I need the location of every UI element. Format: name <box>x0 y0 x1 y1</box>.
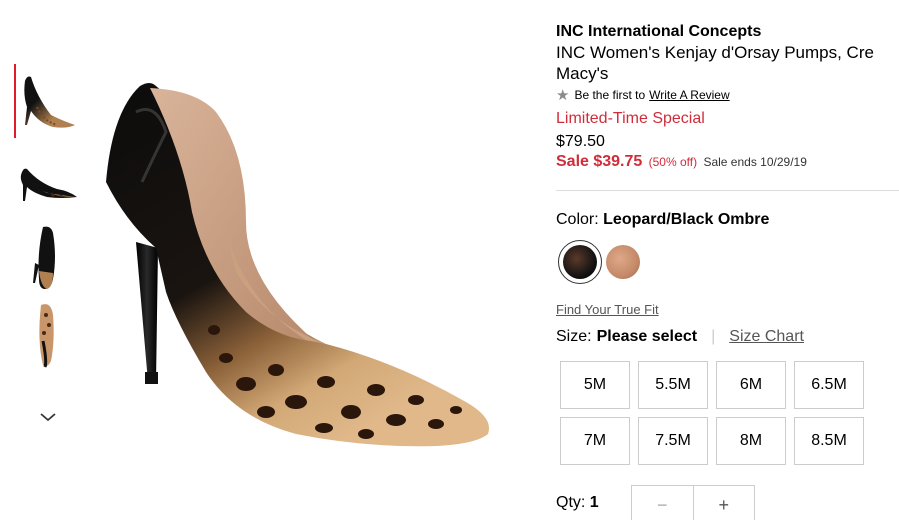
size-row: Size: Please select | Size Chart <box>556 328 804 346</box>
thumbnail-2[interactable] <box>14 140 80 218</box>
swatch-leopard-black[interactable] <box>558 240 602 284</box>
thumbnail-4[interactable] <box>14 296 80 374</box>
size-button-7-5m[interactable]: 7.5M <box>638 417 708 465</box>
star-icon: ★ <box>556 87 570 104</box>
thumbnail-3[interactable] <box>14 218 80 296</box>
selected-color: Leopard/Black Ombre <box>603 211 770 228</box>
product-name: INC Women's Kenjay d'Orsay Pumps, Cre <box>556 43 874 62</box>
product-name-line2: Macy's <box>556 64 609 83</box>
review-row: ★ Be the first to Write A Review <box>556 86 899 104</box>
swatch-nude[interactable] <box>606 245 640 279</box>
sale-price: Sale $39.75 <box>556 153 643 170</box>
size-button-8-5m[interactable]: 8.5M <box>794 417 864 465</box>
size-button-6-5m[interactable]: 6.5M <box>794 361 864 409</box>
sale-percent: (50% off) <box>648 155 698 169</box>
separator: | <box>711 328 716 345</box>
original-price: $79.50 <box>556 133 605 150</box>
size-chart-link[interactable]: Size Chart <box>729 328 804 346</box>
size-button-6m[interactable]: 6M <box>716 361 786 409</box>
divider <box>556 190 899 191</box>
thumbnail-list <box>14 62 80 422</box>
quantity-stepper: − + <box>631 485 755 520</box>
size-button-5-5m[interactable]: 5.5M <box>638 361 708 409</box>
selected-size: Please select <box>596 328 698 345</box>
review-prefix: Be the first to <box>574 88 646 102</box>
sale-row: Sale $39.75 (50% off) Sale ends 10/29/19 <box>556 152 899 172</box>
product-info: INC International Concepts INC Women's K… <box>556 22 899 172</box>
true-fit-link[interactable]: Find Your True Fit <box>556 302 659 317</box>
special-label: Limited-Time Special <box>556 110 705 127</box>
main-product-image <box>96 72 496 512</box>
qty-label: Qty: 1 <box>556 494 599 511</box>
qty-plus-button[interactable]: + <box>694 486 755 520</box>
qty-minus-button[interactable]: − <box>632 486 694 520</box>
chevron-down-icon[interactable] <box>36 407 60 427</box>
size-grid: 5M 5.5M 6M 6.5M 7M 7.5M 8M 8.5M <box>560 361 866 465</box>
brand-name[interactable]: INC International Concepts <box>556 22 899 42</box>
write-review-link[interactable]: Write A Review <box>649 88 729 102</box>
color-label: Color: Leopard/Black Ombre <box>556 211 770 228</box>
size-button-5m[interactable]: 5M <box>560 361 630 409</box>
sale-ends: Sale ends 10/29/19 <box>703 155 807 169</box>
size-button-8m[interactable]: 8M <box>716 417 786 465</box>
qty-value: 1 <box>589 494 599 511</box>
size-button-7m[interactable]: 7M <box>560 417 630 465</box>
thumbnail-1[interactable] <box>14 62 80 140</box>
